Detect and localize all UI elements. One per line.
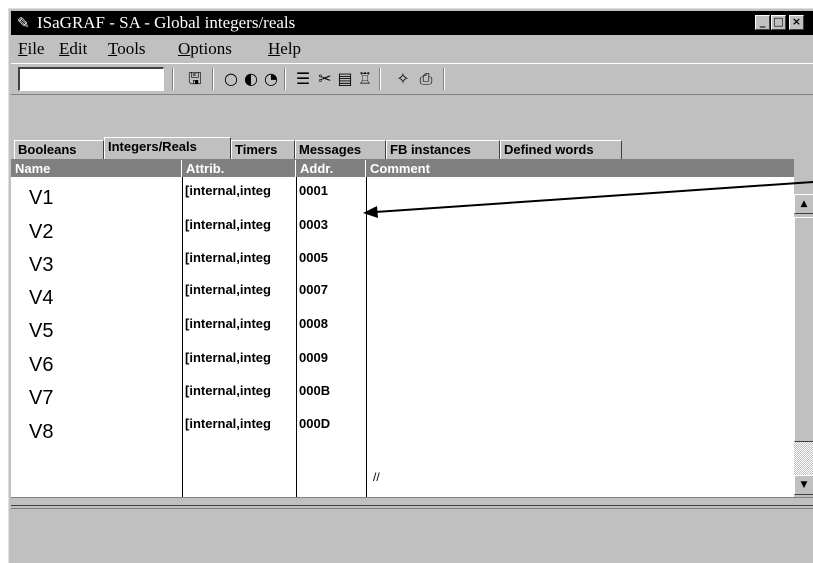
status-panel [11,508,813,563]
cell-addr: 0005 [299,250,328,265]
splitter-bar[interactable] [11,497,813,506]
copy-icon[interactable]: ▤ [335,69,355,89]
title-bar[interactable]: ✎ ISaGRAF - SA - Global integers/reals _… [11,11,813,35]
scroll-track[interactable] [794,442,813,475]
cell-name: V3 [29,254,54,276]
minimize-button[interactable]: _ [755,15,770,30]
vertical-scrollbar[interactable]: ▲ ▼ [794,194,813,497]
magic-wand-icon[interactable]: ✧ [393,69,413,89]
close-icon: × [791,15,802,28]
list-icon[interactable]: ☰ [293,69,313,89]
scroll-up-button[interactable]: ▲ [794,194,813,214]
toolbar-separator [443,68,445,90]
cell-name: V4 [29,287,54,309]
column-header-name[interactable]: Name [11,160,181,177]
column-header-label: Attrib. [186,161,225,176]
comment-input[interactable]: // [373,470,380,484]
toolbar: 🖫 ○ ◐ ◔ ☰ ✂ ▤ ♖ ✧ ⎙ [11,63,813,95]
column-divider [366,177,367,498]
cell-name: V2 [29,221,54,243]
cell-attrib: [internal,integ [185,416,271,431]
column-header-comment[interactable]: Comment [366,160,794,177]
close-button[interactable]: × [789,15,804,30]
tab-defined-words[interactable]: Defined words [500,140,622,159]
cell-addr: 0007 [299,282,328,297]
tab-timers[interactable]: Timers [231,140,295,159]
cell-addr: 0009 [299,350,328,365]
tab-label: Integers/Reals [108,139,197,154]
isagraf-pen-icon: ✎ [17,14,30,32]
cell-attrib: [internal,integ [185,383,271,398]
tab-booleans[interactable]: Booleans [14,140,104,159]
cell-addr: 000D [299,416,331,431]
cell-name: V5 [29,320,54,342]
tab-strip: Booleans Integers/Reals Timers Messages … [11,137,813,159]
cell-attrib: [internal,integ [185,250,271,265]
isagraf-window: ✎ ISaGRAF - SA - Global integers/reals _… [8,8,813,563]
maximize-icon: □ [773,15,784,28]
cell-addr: 000B [299,383,331,398]
column-header-label: Addr. [300,161,334,176]
menu-bar: File Edit Tools Options Help [11,37,813,61]
cut-icon[interactable]: ✂ [315,69,335,89]
cell-name: V1 [29,187,54,209]
column-header-label: Name [15,161,51,176]
column-divider [296,177,297,498]
toolbar-separator [379,68,381,90]
column-header-addr[interactable]: Addr. [296,160,365,177]
menu-options[interactable]: Options [178,39,232,59]
tab-label: Messages [299,142,362,157]
window-title: ISaGRAF - SA - Global integers/reals [37,13,296,32]
arrow-up-icon: ▲ [800,199,808,209]
cell-attrib: [internal,integ [185,350,271,365]
maximize-button[interactable]: □ [771,15,786,30]
cell-addr: 0003 [299,217,328,232]
tab-integers-reals[interactable]: Integers/Reals [104,137,231,159]
minimize-icon: _ [759,15,766,28]
cell-attrib: [internal,integ [185,217,271,232]
toolbar-separator [172,68,174,90]
paste-icon[interactable]: ♖ [355,69,375,89]
tab-label: Timers [235,142,278,157]
menu-edit[interactable]: Edit [59,39,87,59]
arrow-down-icon: ▼ [800,480,808,490]
circle-half-icon[interactable]: ◐ [241,69,261,89]
tab-label: Defined words [504,142,594,157]
column-header-attrib[interactable]: Attrib. [182,160,295,177]
cell-attrib: [internal,integ [185,183,271,198]
cell-attrib: [internal,integ [185,282,271,297]
toolbar-separator [284,68,286,90]
cell-name: V7 [29,387,54,409]
print-icon[interactable]: ⎙ [416,69,436,89]
toolbar-input[interactable] [18,67,164,91]
cell-addr: 0001 [299,183,328,198]
menu-help[interactable]: Help [268,39,301,59]
cell-addr: 0008 [299,316,328,331]
menu-file[interactable]: File [18,39,44,59]
scroll-thumb[interactable] [794,217,813,442]
tab-messages[interactable]: Messages [295,140,386,159]
tab-label: Booleans [18,142,77,157]
variables-grid: Name Attrib. Addr. Comment V1 [internal,… [11,159,794,498]
column-divider [182,177,183,498]
cell-name: V6 [29,354,54,376]
tab-fb-instances[interactable]: FB instances [386,140,500,159]
menu-tools[interactable]: Tools [108,39,146,59]
cell-name: V8 [29,421,54,443]
column-header-label: Comment [370,161,430,176]
scroll-down-button[interactable]: ▼ [794,475,813,495]
circle-clock-icon[interactable]: ◔ [261,69,281,89]
toolbar-separator [212,68,214,90]
circle-open-icon[interactable]: ○ [221,69,241,89]
save-icon[interactable]: 🖫 [185,69,205,89]
tab-label: FB instances [390,142,471,157]
cell-attrib: [internal,integ [185,316,271,331]
